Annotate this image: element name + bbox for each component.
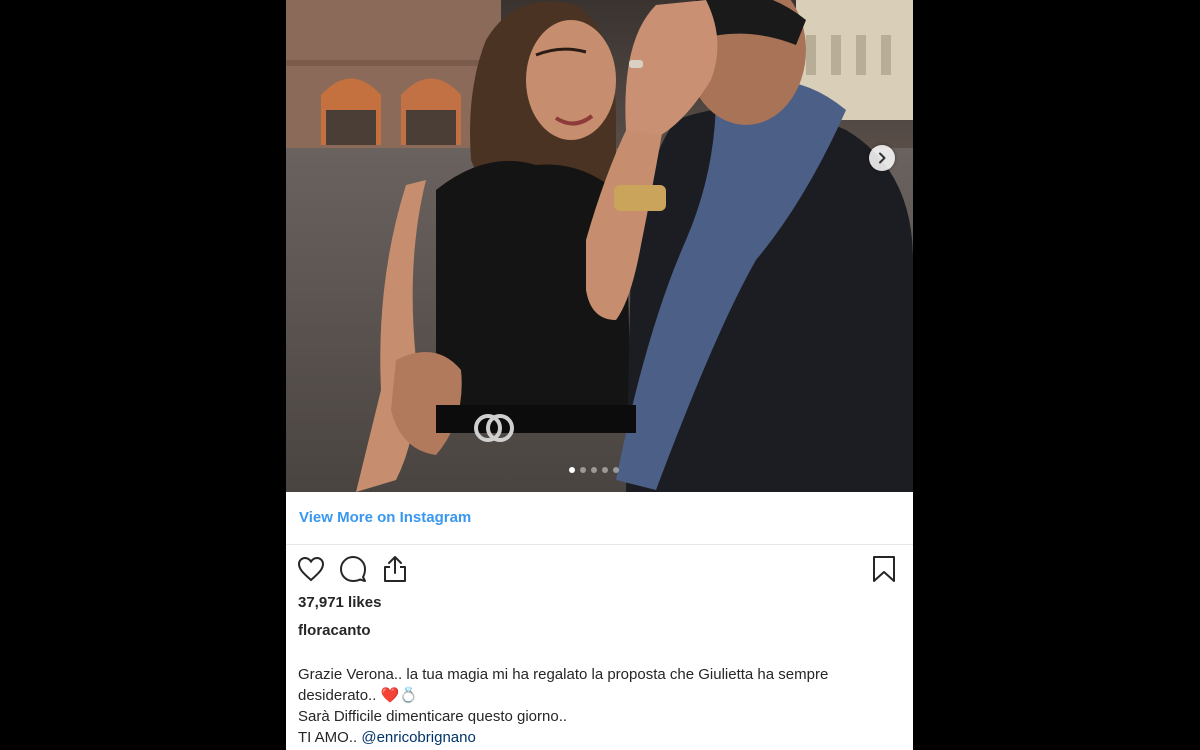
carousel-dot [580, 467, 586, 473]
carousel-next-button[interactable] [869, 145, 895, 171]
mention-link[interactable]: @enricobrignano [361, 729, 475, 746]
post-actions [296, 554, 906, 586]
instagram-embed: View More on Instagram 37,971 likes flor… [286, 0, 913, 750]
like-button[interactable] [296, 554, 326, 584]
ring-emoji-icon: 💍 [399, 687, 418, 704]
red-heart-emoji-icon: ❤️ [380, 687, 400, 704]
comment-icon [340, 556, 366, 582]
heart-icon [297, 556, 325, 582]
share-button[interactable] [380, 554, 410, 584]
caption-line: desiderato.. ❤️💍 [298, 685, 898, 706]
share-icon [384, 556, 406, 582]
post-caption: Grazie Verona.. la tua magia mi ha regal… [298, 664, 898, 748]
caption-text: desiderato.. [298, 687, 381, 704]
save-button[interactable] [869, 554, 899, 584]
comment-button[interactable] [338, 554, 368, 584]
carousel-indicator [569, 467, 619, 473]
caption-line: Grazie Verona.. la tua magia mi ha regal… [298, 666, 829, 683]
photo-illustration [286, 0, 913, 492]
chevron-right-icon [879, 152, 886, 164]
likes-count: 37,971 likes [298, 594, 382, 611]
divider [286, 544, 913, 545]
caption-line: TI AMO.. @enricobrignano [298, 727, 898, 748]
carousel-dot-active [569, 467, 575, 473]
screen: View More on Instagram 37,971 likes flor… [0, 0, 1200, 750]
carousel-dot [602, 467, 608, 473]
post-photo[interactable] [286, 0, 913, 492]
post-username[interactable]: floracanto [298, 622, 371, 639]
caption-text: TI AMO.. [298, 729, 362, 746]
view-more-on-instagram-link[interactable]: View More on Instagram [299, 509, 471, 526]
bookmark-icon [873, 556, 895, 582]
carousel-dot [613, 467, 619, 473]
caption-line: Sarà Difficile dimenticare questo giorno… [298, 708, 568, 725]
carousel-dot [591, 467, 597, 473]
